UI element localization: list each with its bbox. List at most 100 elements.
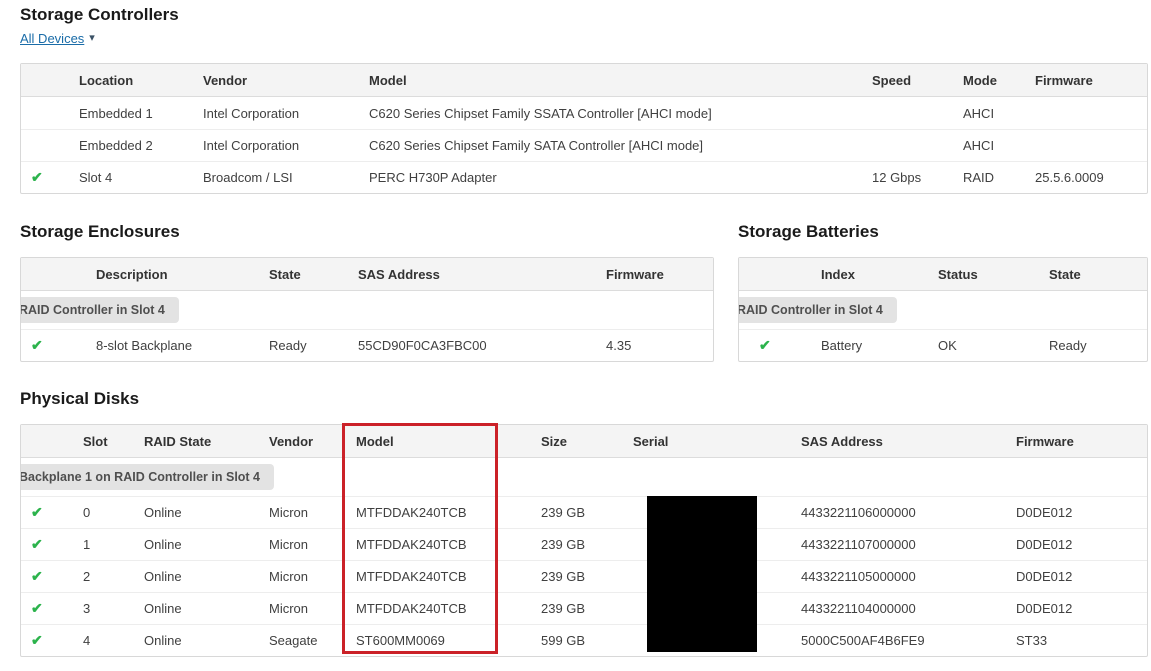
cell-size: 239 GB <box>529 560 621 592</box>
column-header-slot: Slot <box>71 425 132 458</box>
cell-index: Battery <box>813 329 930 361</box>
cell-vendor: Intel Corporation <box>203 105 300 121</box>
cell-description: 8-slot Backplane <box>71 329 261 361</box>
status-ok-icon: ✔ <box>31 169 43 185</box>
column-header-status: Status <box>930 258 1041 291</box>
cell-speed <box>864 97 955 129</box>
cell-status: ✔ <box>21 161 71 193</box>
storage-enclosures-table: Description State SAS Address Firmware R… <box>20 257 714 362</box>
cell-sas-address: 4433221104000000 <box>789 592 1004 624</box>
cell-firmware: D0DE012 <box>1004 528 1147 560</box>
cell-model: MTFDDAK240TCB <box>344 560 529 592</box>
battery-row: ✔ Battery OK Ready <box>739 329 1147 361</box>
status-ok-icon: ✔ <box>31 337 43 353</box>
cell-slot: 1 <box>71 528 132 560</box>
status-ok-icon: ✔ <box>31 600 43 616</box>
cell-sas-address: 4433221105000000 <box>789 560 1004 592</box>
cell-slot: 3 <box>71 592 132 624</box>
enclosure-row: ✔ 8-slot Backplane Ready 55CD90F0CA3FBC0… <box>21 329 713 361</box>
physical-disks-table: Slot RAID State Vendor Model Size Serial… <box>20 424 1148 657</box>
status-ok-icon: ✔ <box>759 337 771 353</box>
cell-model: ST600MM0069 <box>344 624 529 656</box>
column-header-size: Size <box>529 425 621 458</box>
disk-row: ✔ 1 Online Micron MTFDDAK240TCB 239 GB 4… <box>21 528 1147 560</box>
cell-status <box>21 97 71 129</box>
device-filter-link[interactable]: All Devices <box>20 31 84 46</box>
group-cell: Backplane 1 on RAID Controller in Slot 4 <box>21 458 1147 496</box>
cell-sas-address: 55CD90F0CA3FBC00 <box>350 329 598 361</box>
column-header-status <box>21 64 71 97</box>
column-header-firmware: Firmware <box>598 258 713 291</box>
cell-mode: AHCI <box>963 105 995 121</box>
column-header-sas-address: SAS Address <box>350 258 598 291</box>
column-header-serial: Serial <box>621 425 789 458</box>
cell-mode: RAID <box>955 161 1027 193</box>
group-row: RAID Controller in Slot 4 <box>21 291 713 329</box>
cell-raid-state: Online <box>132 592 257 624</box>
cell-size: 239 GB <box>529 496 621 528</box>
cell-model: C620 Series Chipset Family SATA Controll… <box>361 129 864 161</box>
status-ok-icon: ✔ <box>31 568 43 584</box>
storage-overview-page: Storage Controllers All Devices ▾ Locati… <box>20 0 1148 657</box>
column-header-description: Description <box>71 258 261 291</box>
controller-row: Embedded 1 Intel Corporation C620 Series… <box>21 97 1147 129</box>
column-header-model: Model <box>344 425 529 458</box>
cell-model: PERC H730P Adapter <box>361 161 864 193</box>
cell-status: ✔ <box>21 329 71 361</box>
disk-row: ✔ 4 Online Seagate ST600MM0069 599 GB 50… <box>21 624 1147 656</box>
column-header-status <box>21 425 71 458</box>
column-header-state: State <box>261 258 350 291</box>
cell-model: C620 Series Chipset Family SSATA Control… <box>369 105 712 121</box>
cell-status: ✔ <box>739 329 813 361</box>
column-header-model: Model <box>361 64 864 97</box>
column-header-sas-address: SAS Address <box>789 425 1004 458</box>
cell-location: Embedded 1 <box>79 105 153 121</box>
cell-size: 239 GB <box>529 592 621 624</box>
cell-firmware: 25.5.6.0009 <box>1027 161 1147 193</box>
controllers-header-row: Location Vendor Model Speed Mode Firmwar… <box>21 64 1147 97</box>
status-ok-icon: ✔ <box>31 504 43 520</box>
cell-vendor: Intel Corporation <box>195 129 361 161</box>
storage-batteries-table: Index Status State RAID Controller in Sl… <box>738 257 1148 362</box>
cell-model: MTFDDAK240TCB <box>344 528 529 560</box>
column-header-speed: Speed <box>864 64 955 97</box>
storage-controllers-table: Location Vendor Model Speed Mode Firmwar… <box>20 63 1148 194</box>
cell-firmware: 4.35 <box>598 329 713 361</box>
cell-status: ✔ <box>21 528 71 560</box>
cell-raid-state: Online <box>132 560 257 592</box>
cell-status: ✔ <box>21 624 71 656</box>
cell-vendor: Broadcom / LSI <box>195 161 361 193</box>
cell-firmware: D0DE012 <box>1004 496 1147 528</box>
column-header-mode: Mode <box>955 64 1027 97</box>
cell-status: ✔ <box>21 592 71 624</box>
cell-vendor: Micron <box>257 528 344 560</box>
cell-sas-address: 4433221107000000 <box>789 528 1004 560</box>
cell-slot: 2 <box>71 560 132 592</box>
cell-status <box>21 129 71 161</box>
cell-firmware: ST33 <box>1004 624 1147 656</box>
device-filter-dropdown[interactable]: All Devices ▾ <box>20 29 1146 47</box>
controller-row: ✔ Slot 4 Broadcom / LSI PERC H730P Adapt… <box>21 161 1147 193</box>
cell-battery-status: OK <box>930 329 1041 361</box>
cell-state: Ready <box>261 329 350 361</box>
group-badge: Backplane 1 on RAID Controller in Slot 4 <box>21 464 275 490</box>
disk-row: ✔ 0 Online Micron MTFDDAK240TCB 239 GB 4… <box>21 496 1147 528</box>
cell-model: MTFDDAK240TCB <box>344 592 529 624</box>
cell-mode: AHCI <box>955 129 1027 161</box>
cell-state: Ready <box>1041 329 1147 361</box>
section-title-storage-batteries: Storage Batteries <box>738 222 879 241</box>
column-header-state: State <box>1041 258 1147 291</box>
column-header-vendor: Vendor <box>257 425 344 458</box>
cell-raid-state: Online <box>132 496 257 528</box>
cell-firmware <box>1027 97 1147 129</box>
cell-vendor: Micron <box>257 592 344 624</box>
group-badge: RAID Controller in Slot 4 <box>739 297 897 323</box>
cell-sas-address: 4433221106000000 <box>789 496 1004 528</box>
section-title-physical-disks: Physical Disks <box>20 389 140 408</box>
storage-controllers-section: Storage Controllers All Devices ▾ Locati… <box>20 0 1148 194</box>
cell-status: ✔ <box>21 560 71 592</box>
column-header-vendor: Vendor <box>195 64 361 97</box>
section-title-storage-controllers: Storage Controllers <box>20 5 179 24</box>
cell-raid-state: Online <box>132 624 257 656</box>
cell-status: ✔ <box>21 496 71 528</box>
